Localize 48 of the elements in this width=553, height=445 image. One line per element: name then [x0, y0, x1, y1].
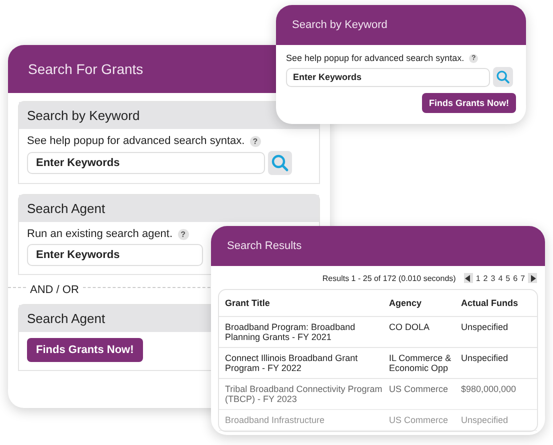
page-link[interactable]: 5 — [506, 274, 510, 282]
help-icon[interactable]: ? — [250, 136, 261, 146]
table-cell-text: Connect Illinois Broadband Grant Program - FY 2022 — [225, 353, 359, 373]
search-icon — [271, 154, 289, 172]
search-button[interactable] — [493, 67, 513, 87]
keyword-field[interactable]: Enter Keywords — [27, 244, 203, 266]
and-or-label: AND / OR — [26, 284, 83, 296]
page-link[interactable]: 7 — [520, 274, 525, 282]
previous-page-button[interactable] — [464, 273, 473, 283]
section-title: Search by Keyword — [27, 108, 140, 123]
left-triangle-icon — [465, 274, 472, 282]
page-link[interactable]: 4 — [498, 274, 503, 282]
popup-title: Search by Keyword — [292, 19, 388, 31]
page-link[interactable]: 2 — [483, 274, 488, 282]
table-cell-text: IL Commerce & Economic Opp — [389, 353, 452, 373]
section-title: Search Agent — [27, 311, 106, 326]
section-title: Search Agent — [27, 201, 106, 216]
next-page-button[interactable] — [528, 273, 537, 283]
right-triangle-icon — [530, 274, 536, 282]
table-cell-text: US Commerce — [389, 415, 450, 425]
table-cell-text: Unspecified — [461, 322, 510, 334]
search-button[interactable] — [268, 151, 292, 175]
column-header: Grant Title — [225, 298, 271, 308]
page-link[interactable]: 3 — [490, 274, 496, 282]
table-cell-text: CO DOLA — [389, 322, 431, 334]
results-title: Search Results — [227, 240, 302, 252]
keyword-field[interactable]: Enter Keywords — [286, 68, 490, 86]
hint-text: Run an existing search agent. — [27, 228, 173, 240]
page-link[interactable]: 6 — [513, 274, 518, 282]
help-icon[interactable]: ? — [178, 228, 189, 240]
panel-title: Search For Grants — [28, 61, 144, 77]
table-cell-text: US Commerce — [389, 384, 450, 396]
column-header: Agency — [389, 298, 423, 308]
table-cell-text: Tribal Broadband Connectivity Program (TBCP) - FY 2023 — [225, 384, 384, 404]
table-cell-text: $980,000,000 — [461, 384, 518, 396]
results-summary: Results 1 - 25 of 172 (0.010 seconds) — [322, 274, 456, 282]
table-cell-text: Unspecified — [461, 415, 510, 425]
table-cell-text: Unspecified — [461, 353, 510, 365]
column-header: Actual Funds — [461, 298, 520, 308]
find-grants-button[interactable]: Finds Grants Now! — [422, 93, 516, 113]
search-icon — [496, 70, 510, 84]
page-link[interactable]: 1 — [476, 274, 480, 282]
keyword-field[interactable]: Enter Keywords — [27, 152, 265, 174]
table-cell-text: Broadband Infrastructure — [225, 415, 326, 425]
table-cell-text: Broadband Program: Broadband Planning Grants - FY 2021 — [225, 322, 356, 342]
hint-text: See help popup for advanced search syntax. — [27, 135, 245, 147]
hint-text: See help popup for advanced search syntax. — [286, 53, 464, 63]
find-grants-button[interactable]: Finds Grants Now! — [27, 338, 143, 362]
